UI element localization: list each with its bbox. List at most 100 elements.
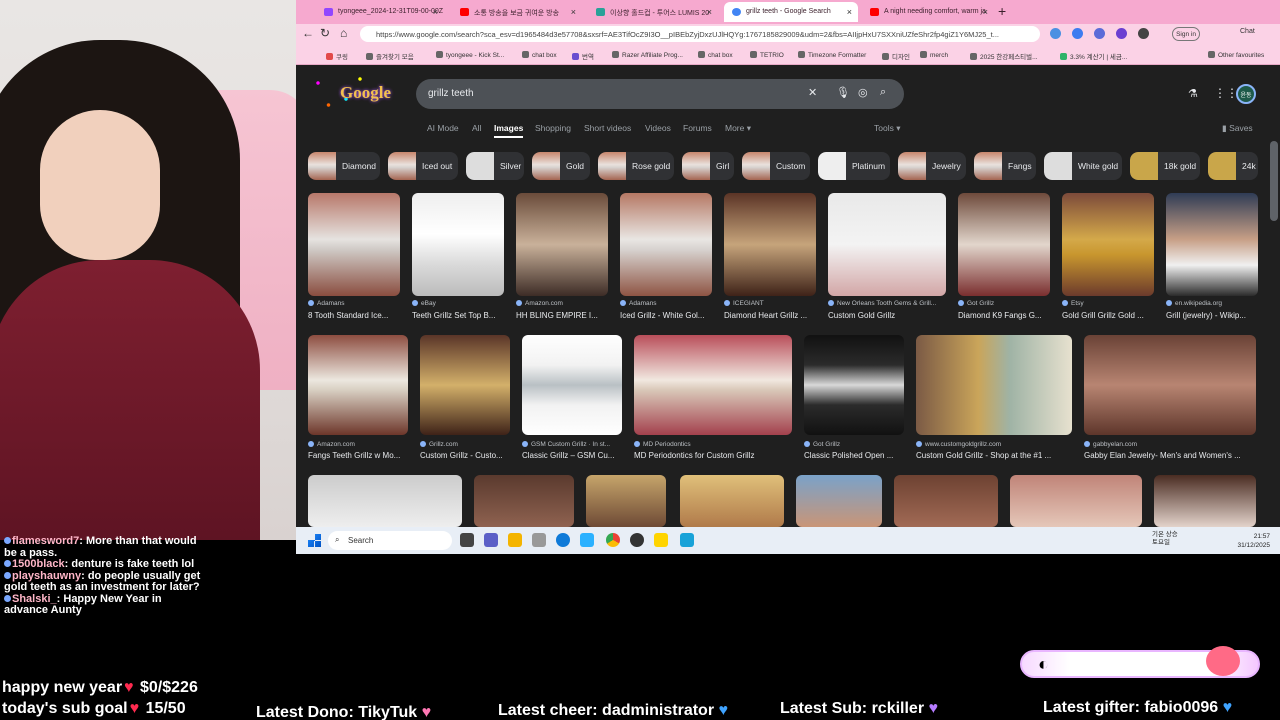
extension-icon[interactable] [1094,28,1105,39]
microphone-icon[interactable]: 🎙 [836,86,850,99]
browser-tab-active[interactable]: grillz teeth - Google Search × [724,2,858,22]
search-icon[interactable]: ⌕ [880,86,886,99]
account-avatar[interactable]: 윤동 [1236,84,1256,104]
chip[interactable]: Diamond [308,152,380,180]
file-explorer-icon[interactable] [508,533,522,547]
bookmark-item[interactable]: chat box [522,51,557,59]
page-scrollbar[interactable] [1270,141,1278,221]
bookmark-item[interactable]: merch [920,51,948,59]
chip[interactable]: 18k gold [1130,152,1200,180]
close-icon[interactable]: × [983,7,988,17]
search-input[interactable]: grillz teeth [428,88,474,99]
browser-tab[interactable]: A night needing comfort, warm ja × [862,2,994,22]
chip[interactable]: White gold [1044,152,1122,180]
task-view-icon[interactable] [460,533,474,547]
extension-icon[interactable] [1138,28,1149,39]
chip[interactable]: Girl [682,152,734,180]
app-icon[interactable] [580,533,594,547]
bookmark-item[interactable]: 번역 [572,51,594,61]
sign-in-button[interactable]: Sign in [1172,27,1200,41]
notepad-icon[interactable] [680,533,694,547]
tab-videos[interactable]: Videos [645,123,671,133]
weather-widget[interactable]: 기온 상승 토요일 [1152,531,1178,547]
latest-dono: Latest Dono: TikyTuk ♥ [256,704,432,720]
address-bar[interactable]: https://www.google.com/search?sca_esv=d1… [360,26,1040,42]
search-box[interactable]: grillz teeth ✕ 🎙 ◎ ⌕ [416,79,904,109]
bookmark-item[interactable]: 2025 한강페스티벌... [970,51,1038,61]
tab-images[interactable]: Images [494,123,524,138]
close-icon[interactable]: × [847,7,852,17]
labs-icon[interactable]: ⚗ [1188,87,1198,100]
streamer-body [0,260,260,540]
stream-layout: flamesword7: More than that would be a p… [0,0,1280,720]
bookmark-item[interactable]: 3.3% 계산기 | 세금... [1060,51,1127,61]
bookmark-item[interactable]: TETRIO [750,51,784,59]
browser-tab[interactable]: tyongeee_2024-12-31T09-00-00Z × [316,2,444,22]
chip[interactable]: 24k [1208,152,1258,180]
chip[interactable]: Fangs [974,152,1036,180]
chip[interactable]: Silver [466,152,524,180]
saves-button[interactable]: ▮ Saves [1222,123,1253,134]
store-icon[interactable] [532,533,546,547]
windows-start-icon[interactable] [308,534,321,547]
bookmark-item[interactable]: Timezone Formatter [798,51,866,59]
bookmark-item[interactable]: 디자인 [882,51,910,61]
close-icon[interactable]: × [707,7,712,17]
chip[interactable]: Gold [532,152,590,180]
chip[interactable]: Iced out [388,152,458,180]
bookmark-item[interactable]: Razer Affiliate Prog... [612,51,683,59]
chip[interactable]: Platinum [818,152,890,180]
tab-all[interactable]: All [472,123,481,133]
tab-ai-mode[interactable]: AI Mode [427,123,459,133]
bookmark-item[interactable]: tyongeee - Kick St... [436,51,504,59]
extension-icon[interactable] [1072,28,1083,39]
close-icon[interactable]: × [571,7,576,17]
latest-cheer: Latest cheer: dadministrator ♥ [498,702,729,719]
chrome-icon[interactable] [606,533,620,547]
google-logo[interactable]: Google [340,83,391,103]
new-year-goal: happy new year ♥ $0/$226 [2,679,198,696]
obs-icon[interactable] [630,533,644,547]
browser-tab[interactable]: 이상향 홀드컵 - 투어스 LUMIS 20 × [588,2,718,22]
bookmark-item[interactable]: 쿠링 [326,51,348,61]
bookmark-item[interactable]: 즐겨찾기 모음 [366,51,414,61]
chat-button[interactable]: Chat [1240,28,1255,35]
clear-icon[interactable]: ✕ [808,86,817,99]
site-icon [596,8,605,16]
back-icon[interactable]: ← [302,26,314,40]
chat-message: Shalski_: Happy New Year in advance Aunt… [4,592,162,616]
tab-forums[interactable]: Forums [683,123,712,133]
home-icon[interactable]: ⌂ [340,26,347,40]
heart-icon: ♥ [421,704,432,720]
tab-bar: tyongeee_2024-12-31T09-00-00Z × 소통 방송을 보금… [296,0,1280,24]
teams-icon[interactable] [484,533,498,547]
clock[interactable]: 21:57 31/12/2025 [1237,532,1270,550]
edge-icon[interactable] [556,533,570,547]
heart-icon: ♥ [129,700,140,717]
reload-icon[interactable]: ↻ [320,26,330,40]
chip[interactable]: Rose gold [598,152,674,180]
apps-grid-icon[interactable]: ⋮⋮ [1214,86,1238,100]
extension-icon[interactable] [1116,28,1127,39]
chat-message: flamesword7: More than that would be a p… [4,535,197,559]
bookmark-item[interactable]: chat box [698,51,733,59]
lens-icon[interactable]: ◎ [858,86,868,99]
tools-button[interactable]: Tools ▾ [874,123,900,134]
tab-short-videos[interactable]: Short videos [584,123,631,133]
chip[interactable]: Custom [742,152,810,180]
mascot-icon [1206,646,1240,676]
extension-icon[interactable] [1050,28,1061,39]
search-tabs: AI Mode All Images Shopping Short videos… [296,123,1280,139]
heart-icon: ♥ [124,679,134,696]
browser-tab[interactable]: 소통 방송을 보금 귀여운 방송 × [452,2,582,22]
other-favourites[interactable]: Other favourites [1208,51,1264,59]
new-tab-icon[interactable]: + [998,3,1006,19]
latest-sub: Latest Sub: rckiller ♥ [780,700,938,717]
tab-shopping[interactable]: Shopping [535,123,571,133]
chip[interactable]: Jewelry [898,152,966,180]
close-icon[interactable]: × [433,7,438,17]
kakaotalk-icon[interactable] [654,533,668,547]
twitch-icon [324,8,333,16]
taskbar-search[interactable]: ⌕ Search [328,531,452,550]
tab-more[interactable]: More ▾ [725,123,751,134]
